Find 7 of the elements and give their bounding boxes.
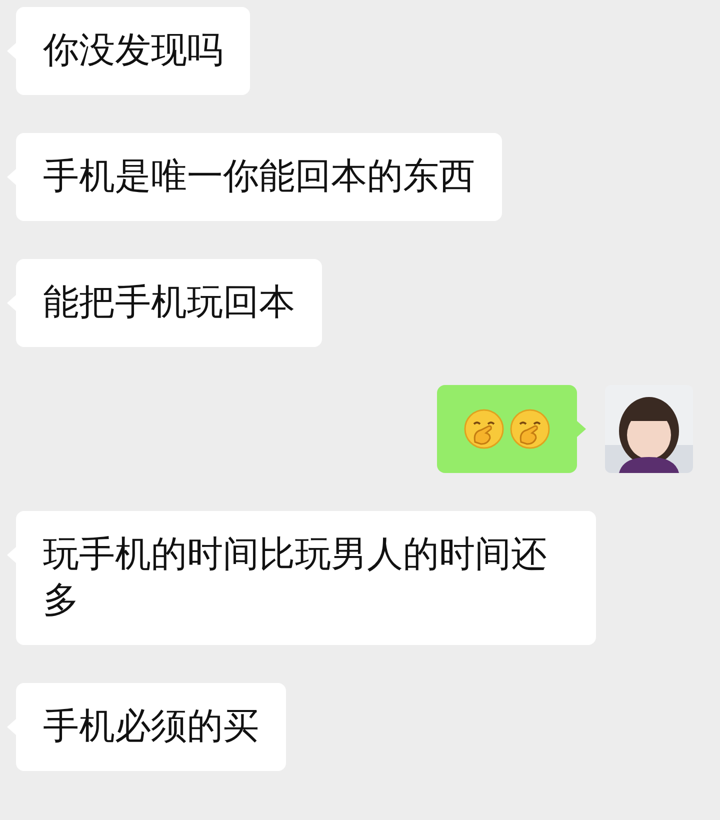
message-bubble: 能把手机玩回本 (16, 259, 322, 347)
hand-over-mouth-emoji-icon (463, 408, 505, 450)
message-bubble: 手机是唯一你能回本的东西 (16, 133, 502, 221)
message-bubble: 玩手机的时间比玩男人的时间还多 (16, 511, 596, 645)
hand-over-mouth-emoji-icon (509, 408, 551, 450)
message-bubble: 你没发现吗 (16, 7, 250, 95)
message-bubble: 手机必须的买 (16, 683, 286, 771)
